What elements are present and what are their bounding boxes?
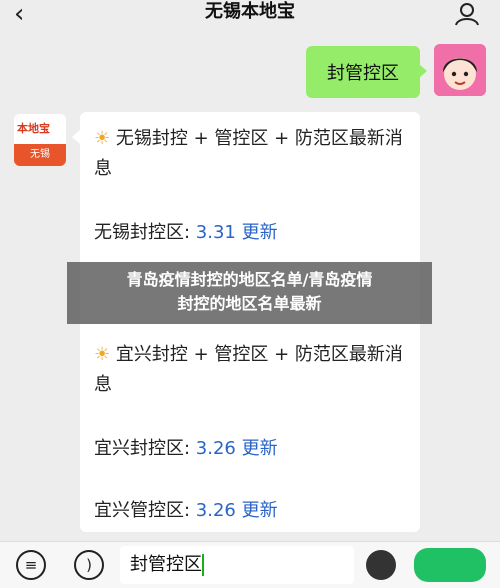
heading-yixing: ☀ 宜兴封控 + 管控区 + 防范区最新消息 [94,340,412,400]
bot-logo-sub: 无锡 [14,144,66,166]
sun-icon: ☀ [94,344,111,365]
bot-avatar[interactable]: 本地宝 无锡 [14,114,66,166]
chat-title: 无锡本地宝 [205,1,295,22]
bot-logo-text: 本地宝 [17,122,50,135]
title-overlay: 青岛疫情封控的地区名单/青岛疫情 封控的地区名单最新 [67,262,432,324]
yixing-lockdown-line: 宜兴封控区: 3.26 更新 [94,438,278,459]
heading-wuxi: ☀ 无锡封控 + 管控区 + 防范区最新消息 [94,124,412,184]
wuxi-lockdown-line: 无锡封控区: 3.31 更新 [94,222,278,243]
avatar-girl-icon [434,44,486,96]
yixing-lockdown-update-link[interactable]: 3.26 更新 [196,438,278,459]
overlay-line-1: 青岛疫情封控的地区名单/青岛疫情 [126,270,373,289]
overlay-line-2: 封控的地区名单最新 [177,294,322,313]
voice-icon[interactable]: ) [74,550,104,580]
my-message-bubble[interactable]: 封管控区 [306,46,420,98]
yixing-control-line: 宜兴管控区: 3.26 更新 [94,500,278,521]
menu-icon[interactable]: ≡ [16,550,46,580]
wuxi-update-link[interactable]: 3.31 更新 [196,222,278,243]
input-bar: ≡ ) 封管控区 [0,541,500,588]
person-icon[interactable] [454,2,480,26]
top-bar: ‹ 无锡本地宝 [0,0,500,34]
my-message-text: 封管控区 [327,63,399,84]
send-button[interactable] [414,548,486,582]
bot-bubble-tail [72,130,80,144]
my-avatar[interactable] [434,44,486,96]
yixing-control-update-link[interactable]: 3.26 更新 [196,500,278,521]
text-caret [202,554,204,576]
my-message-tail [419,64,427,78]
sun-icon: ☀ [94,128,111,149]
emoji-icon[interactable] [366,550,396,580]
message-input[interactable]: 封管控区 [120,546,354,584]
